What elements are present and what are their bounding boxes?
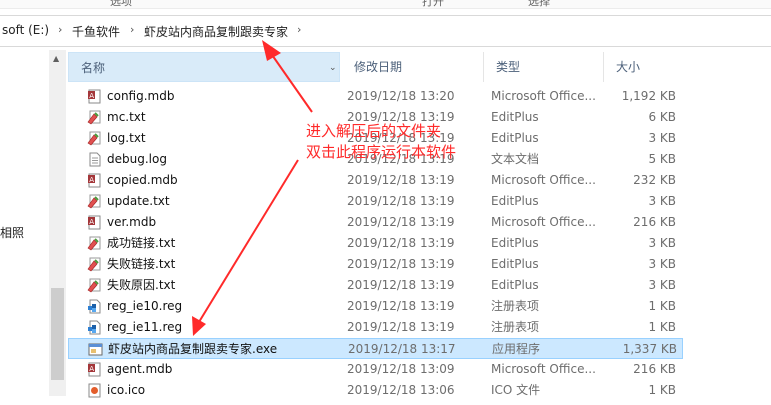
arrow-to-exe-file [192, 159, 299, 336]
arrow-to-folder-path [262, 40, 313, 113]
instruction-annotation: 进入解压后的文件夹 双击此程序运行本软件 [306, 121, 456, 163]
annotation-line-2: 双击此程序运行本软件 [306, 143, 457, 161]
annotation-arrows [192, 40, 313, 336]
annotation-line-1: 进入解压后的文件夹 [306, 122, 442, 140]
